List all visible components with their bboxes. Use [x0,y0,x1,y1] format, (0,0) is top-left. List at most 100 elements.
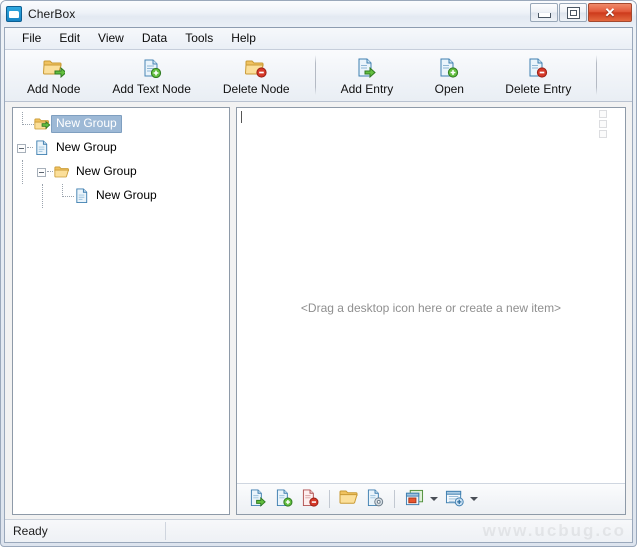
tree-row-label: New Group [71,163,142,181]
tree-expander-cell[interactable] [13,136,33,160]
content-toolbar-separator-2 [394,490,395,508]
file-settings-button[interactable] [362,486,388,512]
grip-segment [599,110,607,118]
entry-add-button[interactable] [245,486,271,512]
entry-add-icon [356,56,378,80]
tree-row[interactable]: New Group [13,112,229,136]
entry-delete-button[interactable] [297,486,323,512]
open-label: Open [430,81,469,99]
entry-delete-icon [301,489,320,510]
add-entry-label: Add Entry [336,81,399,99]
entry-new-button[interactable] [271,486,297,512]
menu-item-tools[interactable]: Tools [176,29,222,48]
toolbar-separator-1 [315,55,316,95]
grip-segment [599,120,607,128]
window-title: CherBox [28,7,75,21]
menu-item-view[interactable]: View [89,29,133,48]
canvas-placeholder-text: <Drag a desktop icon here or create a ne… [237,301,625,315]
folder-open-icon [53,165,71,180]
folder-open-icon [339,489,359,509]
add-entry-button[interactable]: Add Entry [325,53,410,101]
tree-indent [53,184,73,208]
tree-line [22,112,34,125]
tree-row[interactable]: New Group [13,184,229,208]
list-add-dropdown-button[interactable] [467,487,481,511]
maximize-icon [567,7,580,19]
toolbar-separator-2 [596,55,597,95]
content-panel: <Drag a desktop icon here or create a ne… [236,107,626,515]
tree-row-label: New Group [91,187,162,205]
window-copy-icon [405,489,424,510]
status-bar: Ready www.ucbug.co [5,519,632,542]
collapse-toggle-icon[interactable] [37,168,46,177]
tree-line [47,171,53,173]
main-toolbar: Add Node Add Text Node [5,50,632,102]
content-toolbar [237,483,625,514]
delete-node-label: Delete Node [218,81,295,99]
tree-row[interactable]: New Group [13,136,229,160]
add-node-label: Add Node [22,81,85,99]
add-text-node-button[interactable]: Add Text Node [96,53,207,101]
tree-indent [13,184,33,208]
menu-item-data[interactable]: Data [133,29,176,48]
open-button[interactable]: Open [409,53,489,101]
tree-indent [33,184,53,208]
folder-delete-icon [245,56,267,80]
tree-row[interactable]: New Group [13,160,229,184]
open-folder-button[interactable] [336,486,362,512]
status-bar-separator [165,522,166,540]
tree-row-label: New Group [51,115,122,133]
close-button[interactable]: ✕ [588,3,632,22]
folder-add-icon [43,56,65,80]
delete-entry-label: Delete Entry [500,81,576,99]
window-controls: ✕ [530,3,632,22]
split-container: New Group [5,102,632,519]
tree-indent [13,112,33,136]
add-text-node-label: Add Text Node [107,81,196,99]
entry-new-icon [275,489,294,510]
chevron-down-icon [430,497,438,501]
maximize-button[interactable] [559,3,587,22]
app-window-icon [6,6,22,22]
entry-add-icon [249,489,268,510]
file-icon [33,140,51,156]
list-add-button[interactable] [441,486,467,512]
application-window: CherBox ✕ File Edit View Data Tools Help [0,0,637,547]
watermark-text: www.ucbug.co [483,521,626,541]
tree-expander-cell[interactable] [33,160,53,184]
entry-open-icon [438,56,460,80]
menu-bar: File Edit View Data Tools Help [5,28,632,50]
file-add-icon [141,56,163,80]
tree-row-label: New Group [51,139,122,157]
content-toolbar-separator-1 [329,490,330,508]
close-icon: ✕ [605,6,616,19]
tree-indent [13,160,33,184]
title-bar: CherBox ✕ [1,1,636,27]
tree-panel[interactable]: New Group [12,107,230,515]
resize-grip-icon[interactable] [599,110,609,144]
grip-segment [599,130,607,138]
minimize-icon [538,13,551,18]
window-copy-button[interactable] [401,486,427,512]
menu-item-edit[interactable]: Edit [50,29,89,48]
entry-delete-icon [527,56,549,80]
item-canvas[interactable]: <Drag a desktop icon here or create a ne… [237,108,625,483]
chevron-down-icon [470,497,478,501]
delete-node-button[interactable]: Delete Node [207,53,306,101]
menu-item-help[interactable]: Help [222,29,265,48]
list-add-icon [445,489,464,510]
delete-entry-button[interactable]: Delete Entry [489,53,587,101]
collapse-toggle-icon[interactable] [17,144,26,153]
window-copy-dropdown-button[interactable] [427,487,441,511]
text-caret [241,111,242,123]
status-text: Ready [5,524,48,538]
menu-item-file[interactable]: File [13,29,50,48]
file-icon [73,188,91,204]
minimize-button[interactable] [530,3,558,22]
folder-add-icon [33,117,51,132]
file-settings-icon [366,489,385,510]
add-node-button[interactable]: Add Node [11,53,96,101]
node-tree: New Group [13,108,229,208]
client-area: File Edit View Data Tools Help [4,27,633,543]
tree-line [27,147,33,149]
